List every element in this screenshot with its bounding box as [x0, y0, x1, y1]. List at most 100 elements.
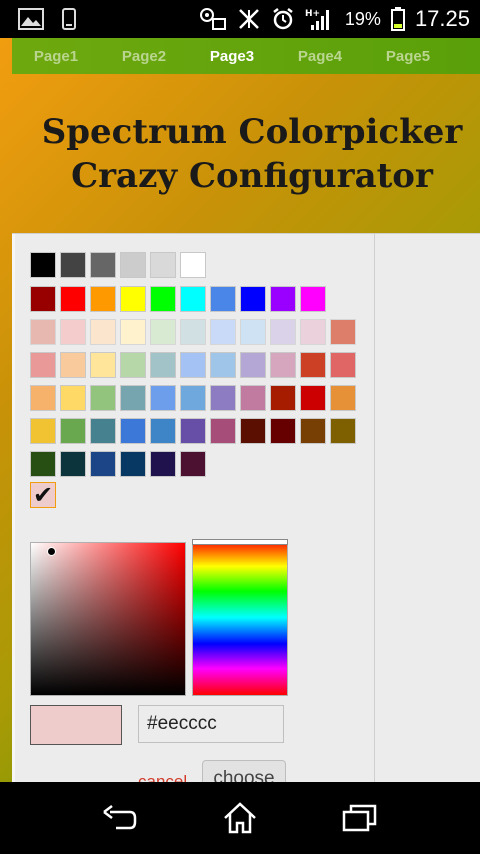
color-preview	[30, 705, 122, 745]
panel-edge	[12, 234, 15, 782]
color-swatch[interactable]	[90, 385, 116, 411]
color-swatch[interactable]	[300, 352, 326, 378]
usb-debug-icon	[199, 7, 227, 31]
color-swatch[interactable]	[300, 319, 326, 345]
color-swatch[interactable]	[210, 286, 236, 312]
color-swatch[interactable]	[150, 385, 176, 411]
color-swatch[interactable]	[180, 418, 206, 444]
color-swatch[interactable]	[150, 418, 176, 444]
palette-row	[30, 286, 326, 312]
color-swatch[interactable]	[300, 385, 326, 411]
color-swatch[interactable]	[120, 319, 146, 345]
alarm-icon	[271, 7, 295, 31]
color-swatch[interactable]	[30, 385, 56, 411]
checkmark-icon: ✔	[32, 481, 54, 509]
color-swatch[interactable]	[330, 385, 356, 411]
color-swatch[interactable]	[180, 319, 206, 345]
choose-button[interactable]: choose	[202, 760, 286, 782]
color-swatch[interactable]	[120, 252, 146, 278]
color-swatch[interactable]	[180, 451, 206, 477]
color-swatch[interactable]	[180, 352, 206, 378]
color-swatch[interactable]	[60, 319, 86, 345]
hue-drag-handle[interactable]	[192, 539, 288, 545]
color-swatch[interactable]	[120, 418, 146, 444]
clock-time: 17.25	[414, 6, 470, 31]
title-line-1: Spectrum Colorpicker	[41, 112, 463, 152]
color-swatch[interactable]	[30, 451, 56, 477]
battery-icon	[390, 7, 405, 31]
color-swatch[interactable]	[90, 286, 116, 312]
back-icon[interactable]	[102, 800, 138, 836]
selected-color-swatch[interactable]: ✔	[30, 481, 56, 509]
tab-page4[interactable]: Page4	[276, 48, 364, 65]
color-swatch[interactable]	[30, 319, 56, 345]
color-swatch[interactable]	[60, 252, 86, 278]
color-swatch[interactable]	[240, 286, 266, 312]
color-swatch[interactable]	[120, 385, 146, 411]
color-swatch[interactable]	[90, 451, 116, 477]
color-swatch[interactable]	[270, 385, 296, 411]
color-swatch[interactable]	[60, 418, 86, 444]
color-swatch[interactable]	[210, 352, 236, 378]
color-swatch[interactable]	[120, 352, 146, 378]
color-swatch[interactable]	[330, 352, 356, 378]
color-swatch[interactable]	[180, 286, 206, 312]
color-swatch[interactable]	[270, 352, 296, 378]
color-swatch[interactable]	[60, 385, 86, 411]
color-swatch[interactable]	[270, 418, 296, 444]
title-line-2: Crazy Configurator	[71, 156, 433, 196]
color-swatch[interactable]	[30, 352, 56, 378]
cancel-link[interactable]: cancel	[138, 772, 187, 782]
tab-page1[interactable]: Page1	[12, 48, 100, 65]
color-swatch[interactable]	[30, 418, 56, 444]
home-icon[interactable]	[222, 800, 258, 836]
color-swatch[interactable]	[60, 451, 86, 477]
color-swatch[interactable]	[210, 385, 236, 411]
color-swatch[interactable]	[150, 319, 176, 345]
color-swatch[interactable]	[270, 286, 296, 312]
color-swatch[interactable]	[90, 252, 116, 278]
color-swatch[interactable]	[180, 252, 206, 278]
palette-row	[30, 451, 206, 477]
color-swatch[interactable]	[90, 418, 116, 444]
color-swatch[interactable]	[240, 319, 266, 345]
recent-apps-icon[interactable]	[342, 800, 378, 836]
color-swatch[interactable]	[150, 451, 176, 477]
color-swatch[interactable]	[180, 385, 206, 411]
color-swatch[interactable]	[300, 286, 326, 312]
color-swatch[interactable]	[60, 352, 86, 378]
tab-page2[interactable]: Page2	[100, 48, 188, 65]
color-swatch[interactable]	[210, 418, 236, 444]
panel-divider	[374, 234, 375, 782]
hue-slider[interactable]	[192, 539, 288, 696]
color-swatch[interactable]	[120, 451, 146, 477]
signal-label: H+	[305, 9, 320, 19]
color-swatch[interactable]	[270, 319, 296, 345]
image-icon	[18, 8, 44, 30]
hex-color-input[interactable]	[138, 705, 284, 743]
tab-page3[interactable]: Page3	[188, 48, 276, 65]
palette-row	[30, 385, 356, 411]
color-swatch[interactable]	[300, 418, 326, 444]
color-swatch[interactable]	[330, 418, 356, 444]
color-swatch[interactable]	[30, 286, 56, 312]
color-swatch[interactable]	[240, 418, 266, 444]
saturation-value-area[interactable]	[30, 542, 186, 696]
battery-percent: 19%	[344, 8, 381, 29]
color-swatch[interactable]	[150, 252, 176, 278]
sv-drag-handle[interactable]	[47, 547, 56, 556]
color-swatch[interactable]	[30, 252, 56, 278]
palette-row	[30, 319, 356, 345]
color-swatch[interactable]	[60, 286, 86, 312]
color-swatch[interactable]	[150, 352, 176, 378]
color-swatch[interactable]	[120, 286, 146, 312]
signal-icon: H+	[305, 7, 335, 31]
color-swatch[interactable]	[210, 319, 236, 345]
color-swatch[interactable]	[90, 319, 116, 345]
color-swatch[interactable]	[150, 286, 176, 312]
tab-page5[interactable]: Page5	[364, 48, 452, 65]
color-swatch[interactable]	[240, 352, 266, 378]
color-swatch[interactable]	[240, 385, 266, 411]
color-swatch[interactable]	[90, 352, 116, 378]
color-swatch[interactable]	[330, 319, 356, 345]
